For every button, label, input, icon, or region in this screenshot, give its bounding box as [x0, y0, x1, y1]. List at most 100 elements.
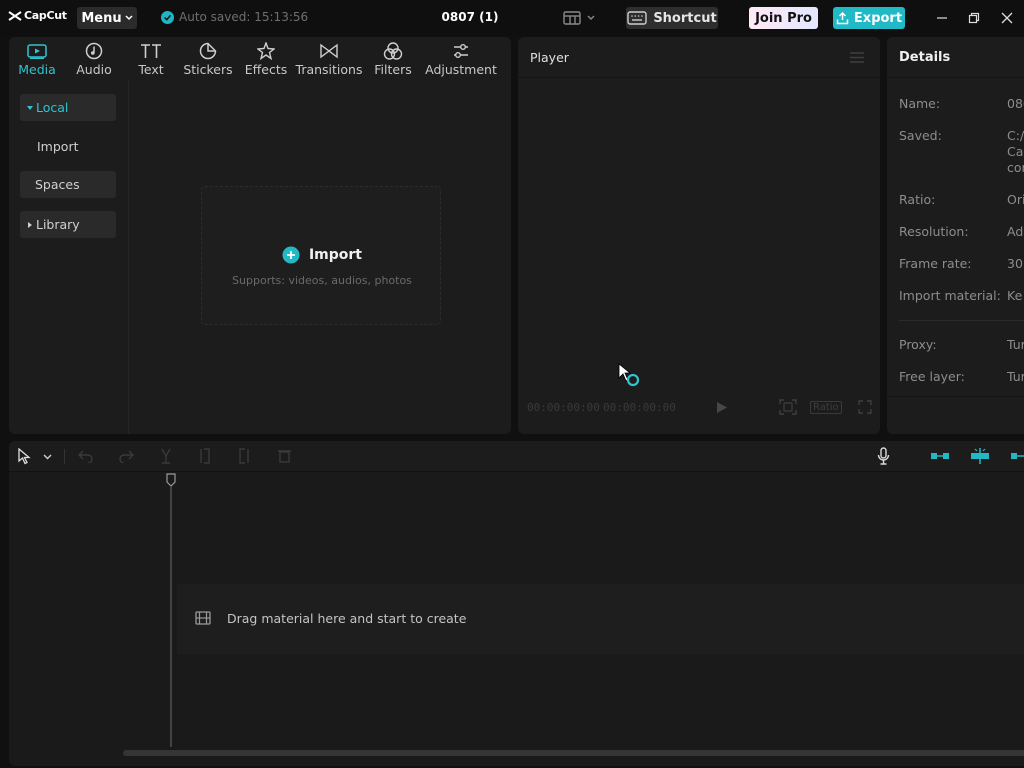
sidebar-item-label: Local	[36, 100, 69, 115]
text-icon	[140, 41, 162, 61]
details-value-resolution: Ad	[1007, 224, 1024, 239]
sidebar-item-label: Import	[37, 139, 79, 154]
audio-icon	[85, 41, 103, 61]
tab-effects[interactable]: Effects	[237, 37, 295, 80]
export-icon	[836, 11, 849, 24]
export-button[interactable]: Export	[833, 7, 905, 29]
menu-label: Menu	[81, 10, 122, 26]
main-track[interactable]: Drag material here and start to create	[177, 584, 1024, 654]
details-value-saved-line2: Cap	[1007, 144, 1024, 159]
timeline-panel: Drag material here and start to create	[9, 441, 1024, 766]
fit-screen-icon[interactable]	[779, 399, 797, 415]
autosave-text: Auto saved: 15:13:56	[179, 10, 309, 24]
current-time: 00:00:00:00	[527, 401, 600, 414]
drag-material-hint: Drag material here and start to create	[227, 611, 467, 626]
import-title: Import	[308, 247, 363, 263]
horizontal-scrollbar[interactable]	[123, 750, 1024, 756]
sidebar-item-import[interactable]: Import	[20, 133, 116, 160]
tab-label: Adjustment	[425, 62, 497, 77]
chevron-down-icon[interactable]	[43, 454, 52, 460]
media-tabs: Media Audio Text Stickers Effects Transi…	[9, 37, 511, 80]
media-panel: Media Audio Text Stickers Effects Transi…	[9, 37, 511, 434]
capcut-logo: CapCut	[8, 9, 67, 22]
tab-label: Stickers	[183, 62, 233, 77]
import-dropzone[interactable]: Import Supports: videos, audios, photos	[201, 186, 441, 325]
filters-icon	[383, 41, 403, 61]
details-value-import-material: Ke	[1007, 288, 1023, 303]
details-title: Details	[899, 50, 951, 65]
details-value-frame-rate: 30.	[1007, 256, 1024, 271]
close-icon	[1001, 12, 1013, 24]
close-button[interactable]	[997, 8, 1017, 28]
tab-label: Transitions	[295, 62, 363, 77]
tab-stickers[interactable]: Stickers	[179, 37, 237, 80]
playhead[interactable]	[165, 472, 177, 747]
timeline-toolbar	[9, 441, 1024, 472]
tab-text[interactable]: Text	[123, 37, 179, 80]
timeline-area[interactable]: Drag material here and start to create	[9, 472, 1024, 766]
stickers-icon	[199, 41, 217, 61]
logo-text: CapCut	[24, 9, 67, 22]
project-title[interactable]: 0807 (1)	[420, 10, 520, 24]
import-button[interactable]: Import	[202, 246, 442, 264]
shortcut-button[interactable]: Shortcut	[626, 7, 718, 29]
join-pro-button[interactable]: Join Pro	[749, 7, 818, 29]
tab-adjustment[interactable]: Adjustment	[423, 37, 499, 80]
chevron-down-icon	[125, 15, 133, 21]
adjustment-icon	[452, 41, 470, 61]
player-header: Player	[518, 37, 880, 78]
auto-snap-icon[interactable]	[970, 447, 990, 465]
restore-button[interactable]	[964, 8, 984, 28]
caret-down-icon	[27, 105, 33, 110]
tab-label: Text	[138, 62, 164, 77]
sidebar-item-spaces[interactable]: Spaces	[20, 171, 116, 198]
ratio-button[interactable]: Ratio	[810, 401, 842, 414]
hamburger-menu-icon[interactable]	[850, 52, 864, 63]
tab-audio[interactable]: Audio	[65, 37, 123, 80]
fullscreen-icon[interactable]	[858, 400, 872, 414]
transitions-icon	[319, 41, 339, 61]
undo-icon[interactable]	[78, 449, 93, 463]
delete-icon[interactable]	[278, 449, 291, 463]
details-label-import-material: Import material:	[899, 288, 1001, 303]
redo-icon[interactable]	[119, 449, 134, 463]
sidebar-item-library[interactable]: Library	[20, 211, 116, 238]
tab-label: Effects	[244, 62, 288, 77]
split-left-icon[interactable]	[200, 448, 212, 464]
split-icon[interactable]	[159, 448, 173, 464]
menu-button[interactable]: Menu	[77, 7, 137, 29]
export-label: Export	[853, 10, 903, 26]
minimize-button[interactable]	[932, 8, 952, 28]
sidebar-item-label: Spaces	[35, 177, 80, 192]
select-cursor-icon[interactable]	[18, 448, 32, 465]
effects-icon	[257, 41, 275, 61]
tab-label: Audio	[76, 62, 112, 77]
linkage-icon[interactable]	[1010, 450, 1024, 462]
details-value-ratio: Ori	[1007, 192, 1024, 207]
details-value-saved-line3: cor	[1007, 160, 1024, 175]
minimize-icon	[937, 17, 947, 19]
tab-media[interactable]: Media	[9, 37, 65, 80]
title-bar: CapCut Menu Auto saved: 15:13:56 0807 (1…	[0, 0, 1024, 36]
play-icon[interactable]	[716, 401, 728, 414]
layout-icon	[563, 11, 581, 25]
sidebar-item-local[interactable]: Local	[20, 94, 116, 121]
details-value-free-layer: Tur	[1007, 369, 1024, 384]
layout-button[interactable]	[563, 11, 595, 25]
details-value-name: 080	[1007, 96, 1024, 111]
capcut-logo-icon	[8, 10, 22, 21]
tab-filters[interactable]: Filters	[363, 37, 423, 80]
restore-icon	[968, 12, 980, 24]
main-track-magnet-icon[interactable]	[930, 450, 950, 462]
microphone-icon[interactable]	[877, 447, 890, 465]
details-panel: Details Name: 080 Saved: C:/ Cap cor Rat…	[887, 37, 1024, 434]
details-label-name: Name:	[899, 96, 941, 111]
details-label-ratio: Ratio:	[899, 192, 936, 207]
plus-circle-icon	[282, 246, 300, 264]
player-panel: Player 00:00:00:00 00:00:00:00 Ratio	[518, 37, 880, 434]
split-right-icon[interactable]	[237, 448, 249, 464]
details-label-saved: Saved:	[899, 128, 942, 143]
details-label-resolution: Resolution:	[899, 224, 969, 239]
media-sidebar: Local Import Spaces Library	[9, 80, 129, 434]
tab-transitions[interactable]: Transitions	[295, 37, 363, 80]
